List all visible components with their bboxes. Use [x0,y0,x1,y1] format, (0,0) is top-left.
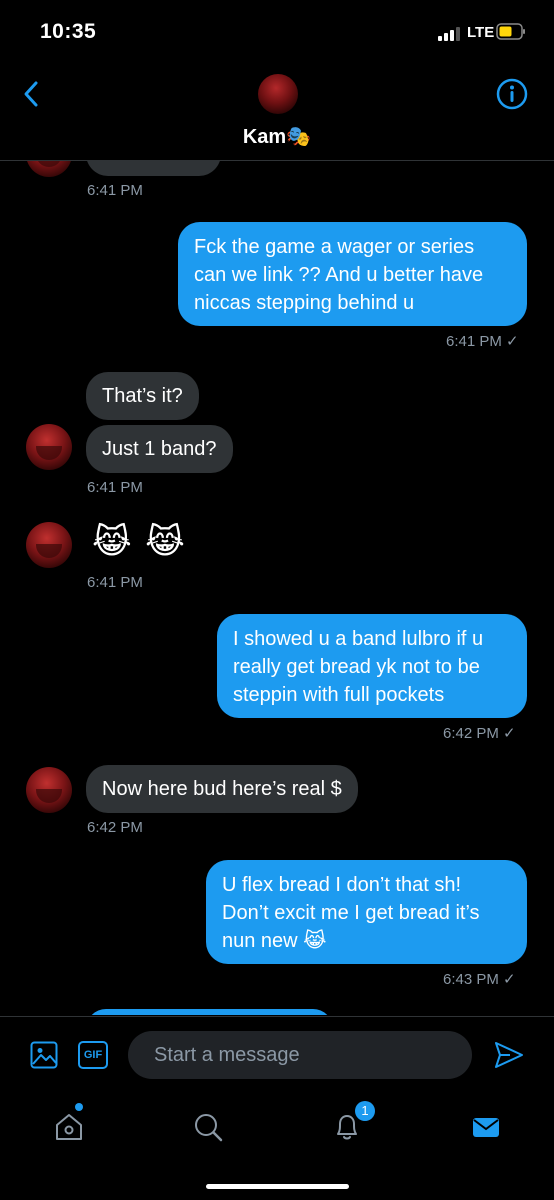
home-icon[interactable] [53,1111,85,1143]
messages-icon[interactable] [470,1111,502,1143]
contact-name[interactable]: Kam🎭 [0,124,554,149]
gif-icon[interactable]: GIF [78,1041,108,1069]
header-avatar[interactable] [258,74,298,114]
message-bubble-incoming[interactable]: Now here bud here’s real $ [86,765,358,813]
signal-icon [438,27,460,41]
battery-icon [496,23,525,40]
message-bubble-incoming[interactable]: Just 1 band? [86,425,233,473]
home-indicator[interactable] [206,1184,349,1189]
send-icon[interactable] [494,1041,524,1069]
notifications-badge: 1 [355,1101,375,1121]
back-icon[interactable] [20,78,44,110]
sender-avatar[interactable] [26,161,72,177]
message-input[interactable] [128,1031,472,1079]
network-label: LTE [467,24,495,41]
message-bubble-outgoing[interactable]: U flex bread I don’t that sh! Don’t exci… [206,860,527,964]
search-icon[interactable] [192,1111,224,1143]
home-unread-dot [75,1103,83,1111]
message-timestamp: 6:42 PM [87,819,143,836]
message-bubble-outgoing [86,1009,333,1015]
message-timestamp: 6:42 PM ✓ [443,725,516,742]
emoji-message[interactable]: 😹 😹 [76,517,203,569]
sender-avatar[interactable] [26,767,72,813]
info-icon[interactable] [495,77,529,111]
message-bubble-incoming [86,161,221,176]
message-timestamp: 6:41 PM [87,479,143,496]
sender-avatar[interactable] [26,522,72,568]
message-timestamp: 6:41 PM ✓ [446,333,519,350]
conversation-header: Kam🎭 [0,60,554,161]
message-bubble-outgoing[interactable]: Fck the game a wager or series can we li… [178,222,527,326]
message-bubble-outgoing[interactable]: I showed u a band lulbro if u really get… [217,614,527,718]
message-composer: GIF [0,1016,554,1093]
status-bar: 10:35 LTE [0,0,554,60]
message-timestamp: 6:41 PM [87,182,143,199]
message-timestamp: 6:41 PM [87,574,143,591]
message-list[interactable]: 6:41 PM Fck the game a wager or series c… [0,161,554,1015]
status-time: 10:35 [40,20,97,43]
image-icon[interactable] [30,1041,58,1069]
sender-avatar[interactable] [26,424,72,470]
tab-bar: 1 [0,1093,554,1200]
message-timestamp: 6:43 PM ✓ [443,971,516,988]
message-bubble-incoming[interactable]: That’s it? [86,372,199,420]
